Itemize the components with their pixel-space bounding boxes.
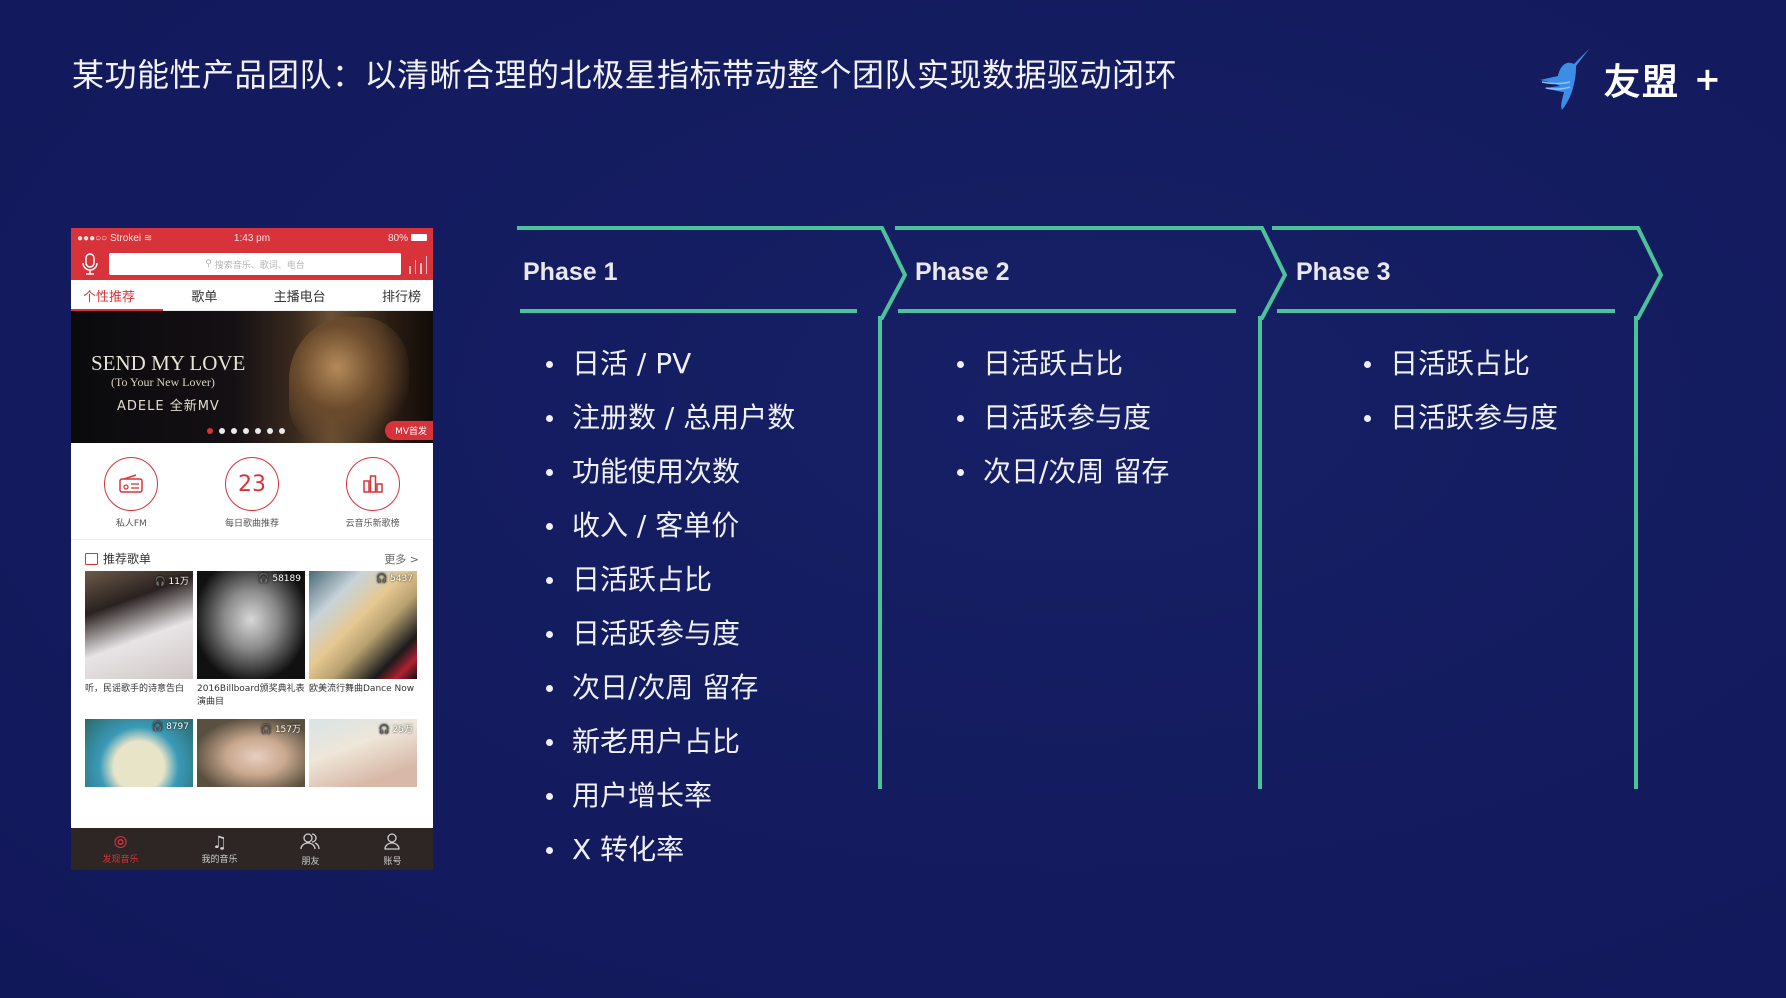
phase-2-label: Phase 2 — [915, 258, 1010, 286]
metric-item: 注册数 / 总用户数 — [546, 391, 795, 445]
metric-item: 日活跃占比 — [546, 553, 795, 607]
metric-item: 日活跃参与度 — [957, 391, 1169, 445]
metric-item: 收入 / 客单价 — [546, 499, 795, 553]
metric-item: X 转化率 — [546, 823, 795, 877]
phase-1-metrics: 日活 / PV 注册数 / 总用户数 功能使用次数 收入 / 客单价 日活跃占比… — [546, 337, 795, 877]
metric-item: 日活跃占比 — [1364, 337, 1558, 391]
metric-item: 新老用户占比 — [546, 715, 795, 769]
phase-3-label: Phase 3 — [1296, 258, 1391, 286]
metric-item: 功能使用次数 — [546, 445, 795, 499]
metric-item: 日活跃参与度 — [1364, 391, 1558, 445]
phase-2-metrics: 日活跃占比 日活跃参与度 次日/次周 留存 — [957, 337, 1169, 499]
metric-item: 日活 / PV — [546, 337, 795, 391]
metric-item: 用户增长率 — [546, 769, 795, 823]
metric-item: 次日/次周 留存 — [957, 445, 1169, 499]
phase-1-label: Phase 1 — [523, 258, 618, 286]
metric-item: 次日/次周 留存 — [546, 661, 795, 715]
metric-item: 日活跃参与度 — [546, 607, 795, 661]
metric-item: 日活跃占比 — [957, 337, 1169, 391]
phase-3-metrics: 日活跃占比 日活跃参与度 — [1364, 337, 1558, 445]
phase-chevron-lines — [517, 226, 1664, 789]
